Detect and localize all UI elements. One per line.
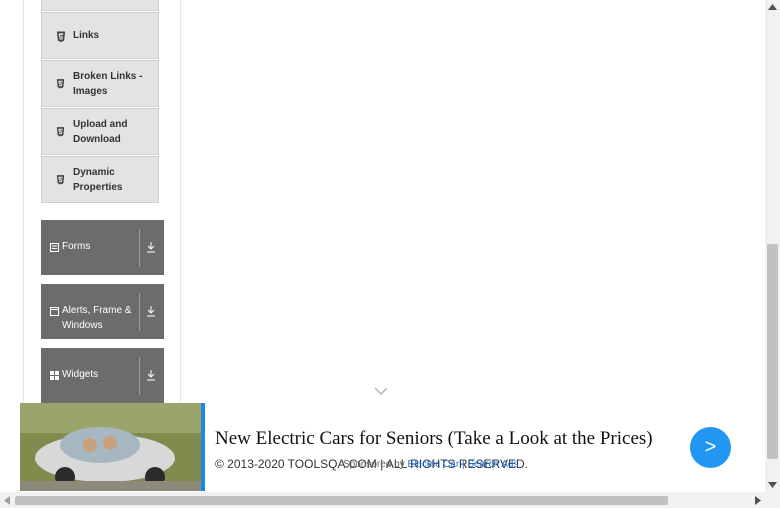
sidebar-group-widgets[interactable]: Widgets (41, 348, 164, 403)
divider (139, 293, 140, 331)
divider (139, 357, 140, 395)
html5-icon (56, 126, 66, 137)
sidebar-group-label: Forms (62, 241, 91, 252)
scroll-down-arrow-icon[interactable] (768, 482, 777, 488)
window-icon (50, 307, 59, 316)
ad-banner[interactable]: New Electric Cars for Seniors (Take a Lo… (20, 403, 765, 491)
sidebar-item-upload-download[interactable]: Upload and Download (41, 108, 159, 155)
sidebar-item-links[interactable]: Links (41, 12, 159, 59)
sidebar-group-alerts[interactable]: Alerts, Frame & Windows (41, 284, 164, 339)
vertical-scrollbar[interactable] (765, 0, 780, 492)
scroll-left-arrow-icon[interactable] (4, 496, 10, 505)
sidebar: Links Broken Links - Images Upload and D… (23, 0, 181, 440)
sidebar-group-label: Alerts, Frame & Windows (62, 305, 132, 331)
form-icon (50, 243, 59, 252)
ad-next-button[interactable]: > (690, 427, 731, 468)
divider (139, 229, 140, 267)
html5-icon (56, 31, 66, 42)
car-image (20, 403, 201, 491)
widgets-icon (50, 371, 59, 380)
sidebar-sub-item-partial[interactable] (41, 0, 159, 11)
sidebar-item-label: Dynamic Properties (73, 166, 123, 193)
sidebar-item-label: Broken Links - Images (73, 70, 143, 97)
html5-icon (56, 78, 66, 89)
vertical-scrollbar-thumb[interactable] (767, 244, 778, 459)
download-icon[interactable] (146, 241, 156, 253)
sidebar-item-dynamic-properties[interactable]: Dynamic Properties (41, 156, 159, 203)
horizontal-scrollbar[interactable] (0, 492, 765, 508)
horizontal-scrollbar-thumb[interactable] (15, 496, 668, 505)
html5-icon (56, 174, 66, 185)
scrollbar-corner (765, 492, 780, 508)
download-icon[interactable] (146, 369, 156, 381)
ad-image[interactable] (20, 403, 201, 491)
sidebar-item-broken-links[interactable]: Broken Links - Images (41, 60, 159, 107)
chevron-down-icon[interactable] (374, 386, 388, 396)
sidebar-item-label: Upload and Download (73, 118, 128, 145)
scroll-up-arrow-icon[interactable] (768, 4, 777, 10)
scroll-right-arrow-icon[interactable] (755, 496, 761, 505)
sidebar-item-label: Links (73, 30, 100, 41)
sidebar-group-forms[interactable]: Forms (41, 220, 164, 275)
ad-title[interactable]: New Electric Cars for Seniors (Take a Lo… (215, 428, 653, 450)
ad-accent-bar (201, 403, 205, 491)
sidebar-group-label: Widgets (62, 369, 99, 380)
download-icon[interactable] (146, 305, 156, 317)
